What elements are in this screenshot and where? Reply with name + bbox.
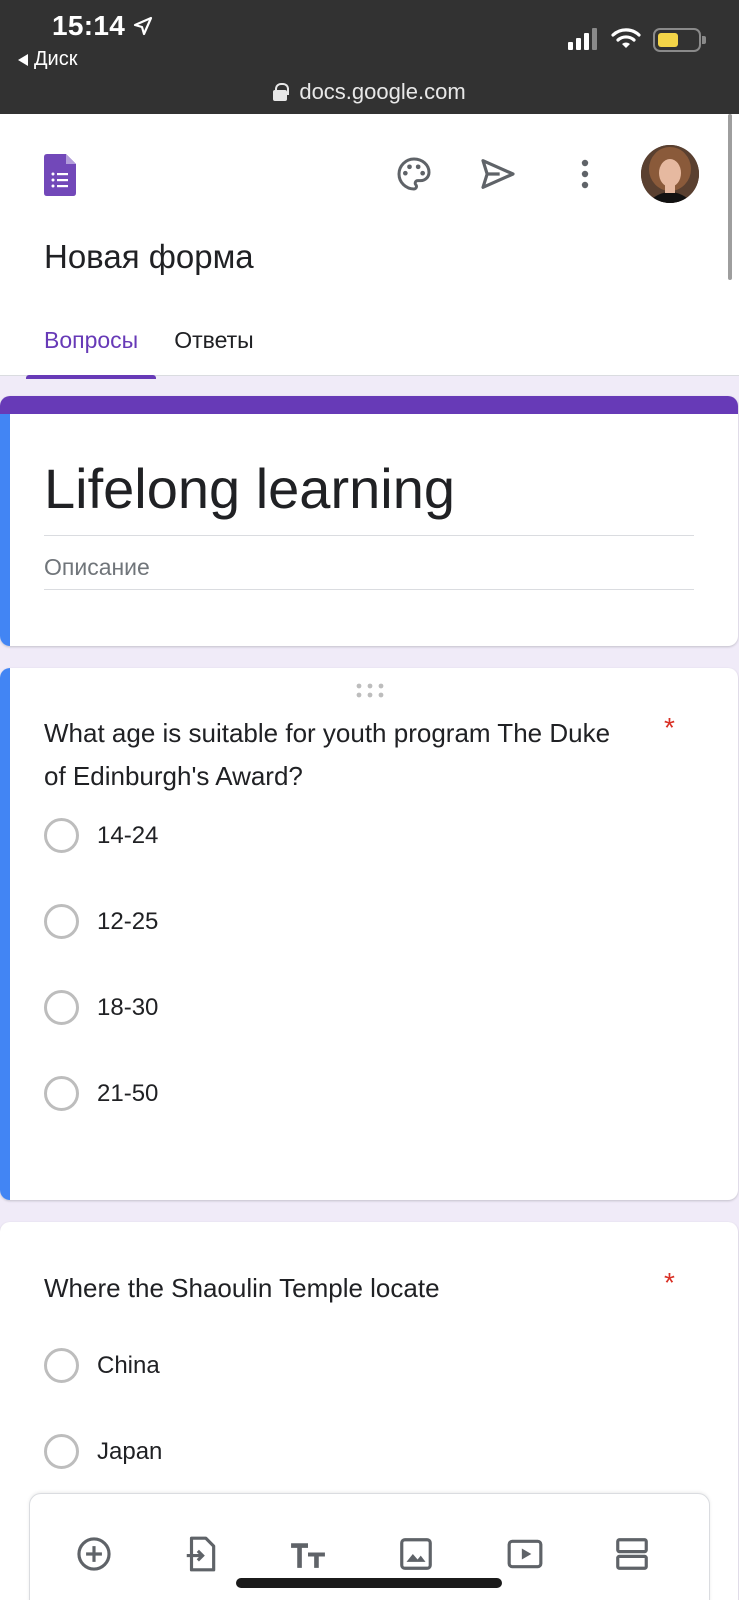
form-name[interactable]: Новая форма [44, 238, 254, 276]
active-card-indicator [0, 414, 10, 646]
avatar[interactable] [641, 145, 699, 203]
scrollbar[interactable] [728, 114, 732, 280]
radio-button[interactable] [44, 1348, 79, 1383]
status-bar: 15:14 Диск docs.google.com [0, 0, 739, 114]
add-question-icon[interactable] [70, 1530, 118, 1578]
home-indicator[interactable] [236, 1578, 502, 1588]
location-arrow-icon [133, 16, 153, 36]
add-video-icon[interactable] [501, 1530, 549, 1578]
back-to-app-link[interactable]: Диск [18, 48, 77, 71]
back-app-label: Диск [34, 48, 78, 70]
radio-button[interactable] [44, 990, 79, 1025]
radio-option[interactable]: 14-24 [44, 818, 158, 853]
radio-button[interactable] [44, 818, 79, 853]
more-vert-icon[interactable] [561, 150, 609, 198]
import-questions-icon[interactable] [177, 1530, 225, 1578]
form-title-input[interactable]: Lifelong learning [44, 456, 694, 536]
battery-icon [653, 28, 706, 52]
radio-button[interactable] [44, 1076, 79, 1111]
title-card-accent [0, 396, 738, 414]
question-title[interactable]: What age is suitable for youth program T… [44, 712, 634, 798]
option-label: Japan [97, 1437, 163, 1465]
palette-icon[interactable] [390, 150, 438, 198]
option-label: 18-30 [97, 993, 159, 1021]
add-section-icon[interactable] [608, 1530, 656, 1578]
question-title[interactable]: Where the Shaoulin Temple locate [44, 1267, 634, 1310]
radio-option[interactable]: 18-30 [44, 990, 158, 1025]
title-card[interactable]: Lifelong learning Описание [0, 396, 738, 646]
wifi-icon [611, 28, 641, 48]
description-input[interactable]: Описание [44, 554, 694, 590]
option-label: 21-50 [97, 1079, 159, 1107]
url-bar[interactable]: docs.google.com [0, 72, 739, 112]
drag-handle-icon[interactable] [355, 682, 385, 698]
cellular-signal-icon [568, 28, 597, 50]
lock-icon [273, 83, 290, 101]
option-label: China [97, 1351, 160, 1379]
radio-button[interactable] [44, 1434, 79, 1469]
radio-button[interactable] [44, 904, 79, 939]
radio-option[interactable]: China [44, 1348, 160, 1383]
option-label: 14-24 [97, 821, 159, 849]
tab-bar: Вопросы Ответы [26, 304, 272, 379]
required-asterisk: * [664, 1267, 675, 1298]
status-time: 15:14 [52, 10, 126, 41]
forms-logo-icon[interactable] [44, 154, 76, 196]
radio-option[interactable]: 12-25 [44, 904, 158, 939]
back-triangle-icon [18, 53, 28, 66]
question-card[interactable]: What age is suitable for youth program T… [0, 668, 738, 1200]
tab-questions[interactable]: Вопросы [26, 304, 157, 379]
app-header: Новая форма Вопросы Ответы [0, 114, 739, 379]
radio-option[interactable]: Japan [44, 1434, 162, 1469]
radio-option[interactable]: 21-50 [44, 1076, 158, 1111]
required-asterisk: * [664, 712, 675, 743]
add-image-icon[interactable] [392, 1530, 440, 1578]
add-title-icon[interactable] [284, 1530, 332, 1578]
option-label: 12-25 [97, 907, 159, 935]
tab-responses[interactable]: Ответы [156, 304, 271, 376]
active-card-indicator [0, 668, 10, 1200]
send-icon[interactable] [474, 150, 522, 198]
url-text: docs.google.com [299, 79, 466, 104]
